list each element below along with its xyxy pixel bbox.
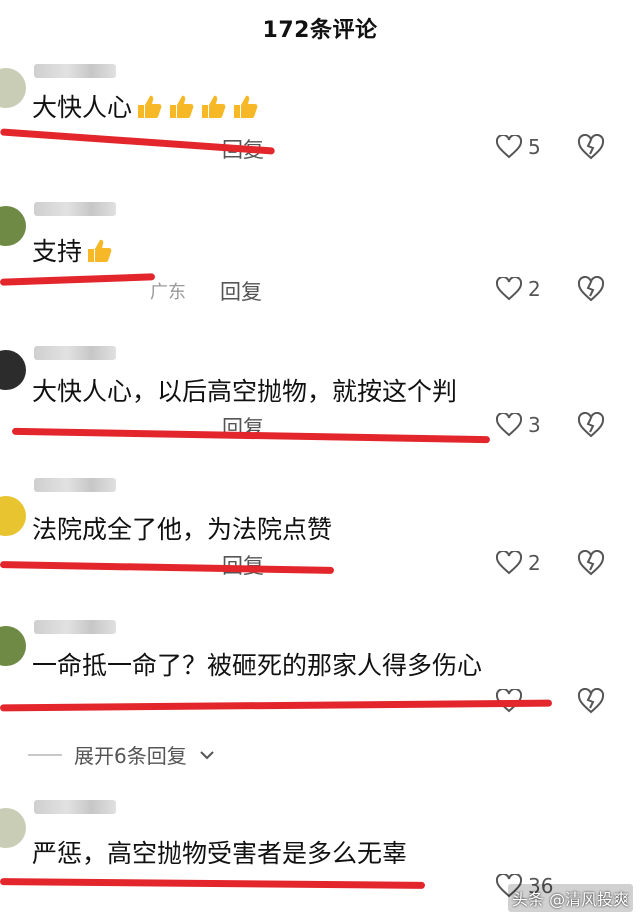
comment-text: 大快人心，以后高空抛物，就按这个判 [32, 372, 457, 408]
username [34, 800, 124, 818]
like-count: 2 [528, 551, 541, 575]
comment-text-content: 支持 [32, 237, 83, 266]
watermark: 头条 @清风投爽 [508, 884, 634, 912]
comment-text: 一命抵一命了？被砸死的那家人得多伤心 [32, 646, 482, 682]
comment-text-content: 法院成全了他，为法院点赞 [32, 515, 333, 544]
broken-heart-icon [577, 276, 605, 302]
username [34, 346, 124, 364]
divider-dash [28, 753, 62, 756]
broken-heart-icon [577, 550, 605, 576]
heart-icon [496, 413, 522, 437]
comments-count-title: 172条评论 [262, 18, 378, 43]
comment-actions: 2 [496, 548, 606, 578]
like-count: 5 [528, 135, 541, 159]
avatar[interactable] [0, 496, 26, 536]
broken-heart-icon [577, 688, 605, 714]
thumbs-up-emoji-icon [202, 95, 226, 118]
comment-actions: 3 [496, 410, 606, 440]
chevron-down-icon [200, 750, 214, 759]
comments-header: 172条评论 [0, 0, 640, 56]
thumbs-up-emoji-icon [234, 95, 258, 118]
comment-text-content: 大快人心 [32, 93, 133, 122]
comment-text-content: 大快人心，以后高空抛物，就按这个判 [32, 377, 458, 406]
like-button[interactable]: 3 [496, 413, 576, 437]
comment-text: 大快人心 [32, 88, 260, 124]
avatar[interactable] [0, 626, 26, 666]
heart-icon [496, 551, 522, 575]
red-annotation-line [0, 699, 553, 712]
broken-heart-icon [577, 134, 605, 160]
comments-page: 172条评论 大快人心 回复 5 支持 [0, 0, 640, 922]
comment-region: 广东 [150, 282, 186, 303]
username [34, 64, 124, 82]
dislike-button[interactable] [576, 548, 606, 578]
red-annotation-line [0, 878, 426, 889]
comment-text-content: 严惩，高空抛物受害者是多么无辜 [32, 839, 408, 868]
username [34, 202, 124, 220]
avatar[interactable] [0, 206, 26, 246]
like-count: 2 [528, 277, 541, 301]
comment-actions: 5 [496, 132, 606, 162]
broken-heart-icon [577, 412, 605, 438]
like-count: 3 [528, 413, 541, 437]
thumbs-up-emoji-icon [88, 239, 112, 262]
expand-replies[interactable]: 展开6条回复 [28, 740, 215, 769]
comment-actions: 2 [496, 274, 606, 304]
dislike-button[interactable] [576, 274, 606, 304]
avatar[interactable] [0, 350, 26, 390]
reply-button[interactable]: 回复 [220, 276, 262, 306]
comment-text-content: 一命抵一命了？被砸死的那家人得多伤心 [32, 651, 483, 680]
heart-icon [496, 135, 522, 159]
like-button[interactable]: 2 [496, 551, 576, 575]
dislike-button[interactable] [576, 132, 606, 162]
avatar[interactable] [0, 68, 26, 108]
thumbs-up-emoji-icon [170, 95, 194, 118]
comment-text: 严惩，高空抛物受害者是多么无辜 [32, 834, 407, 870]
dislike-button[interactable] [576, 686, 606, 716]
heart-icon [496, 277, 522, 301]
thumbs-up-emoji-icon [138, 95, 162, 118]
like-button[interactable]: 2 [496, 277, 576, 301]
comment-text: 法院成全了他，为法院点赞 [32, 510, 332, 546]
dislike-button[interactable] [576, 410, 606, 440]
username [34, 620, 124, 638]
comment-text: 支持 [32, 232, 114, 268]
username [34, 478, 124, 496]
avatar[interactable] [0, 808, 26, 848]
expand-replies-label[interactable]: 展开6条回复 [74, 740, 187, 769]
like-button[interactable]: 5 [496, 135, 576, 159]
